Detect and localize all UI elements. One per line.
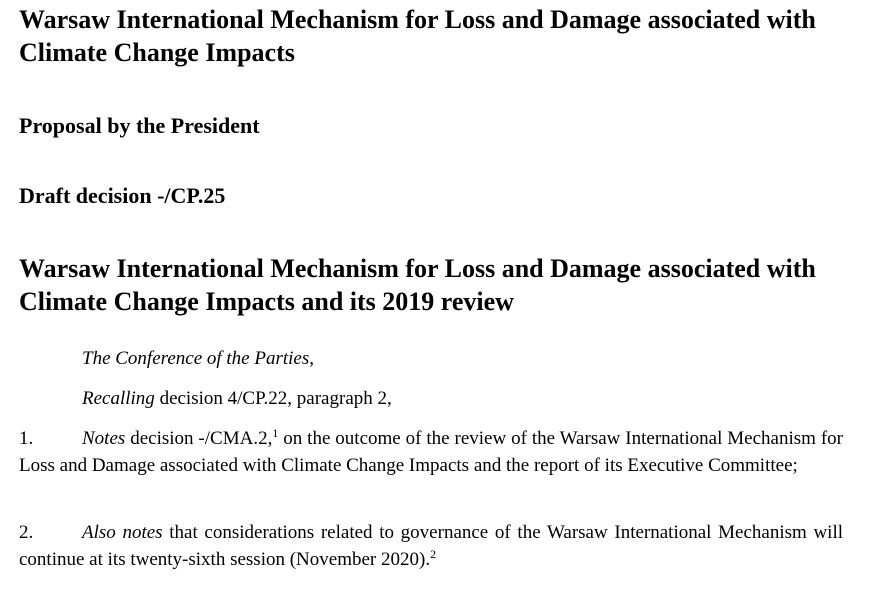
recalling-text: decision 4/CP.22, paragraph 2, bbox=[154, 388, 392, 409]
paragraph-text: decision -/CMA.2, bbox=[125, 428, 273, 449]
recalling-italic: Recalling bbox=[82, 388, 155, 409]
footnote-ref-2[interactable]: 2 bbox=[430, 547, 436, 561]
preamble-actor: The Conference of the Parties, bbox=[19, 345, 888, 372]
paragraph-number: 2. bbox=[19, 522, 34, 543]
draft-decision-heading: Draft decision -/CP.25 bbox=[19, 183, 226, 208]
main-heading: Warsaw International Mechanism for Loss … bbox=[19, 5, 816, 67]
paragraph-lead: Also notes bbox=[82, 522, 163, 543]
paragraph-number: 1. bbox=[19, 428, 34, 449]
paragraph-1: 1. Notes decision -/CMA.2,1 on the outcom… bbox=[19, 425, 843, 479]
preamble-recalling: Recalling decision 4/CP.22, paragraph 2, bbox=[19, 385, 888, 412]
preamble-actor-text: The Conference of the Parties, bbox=[82, 348, 314, 369]
proposal-heading: Proposal by the President bbox=[19, 113, 260, 138]
decision-title: Warsaw International Mechanism for Loss … bbox=[19, 254, 816, 316]
paragraph-lead: Notes bbox=[82, 428, 126, 449]
paragraph-2: 2. Also notes that considerations related… bbox=[19, 519, 843, 573]
